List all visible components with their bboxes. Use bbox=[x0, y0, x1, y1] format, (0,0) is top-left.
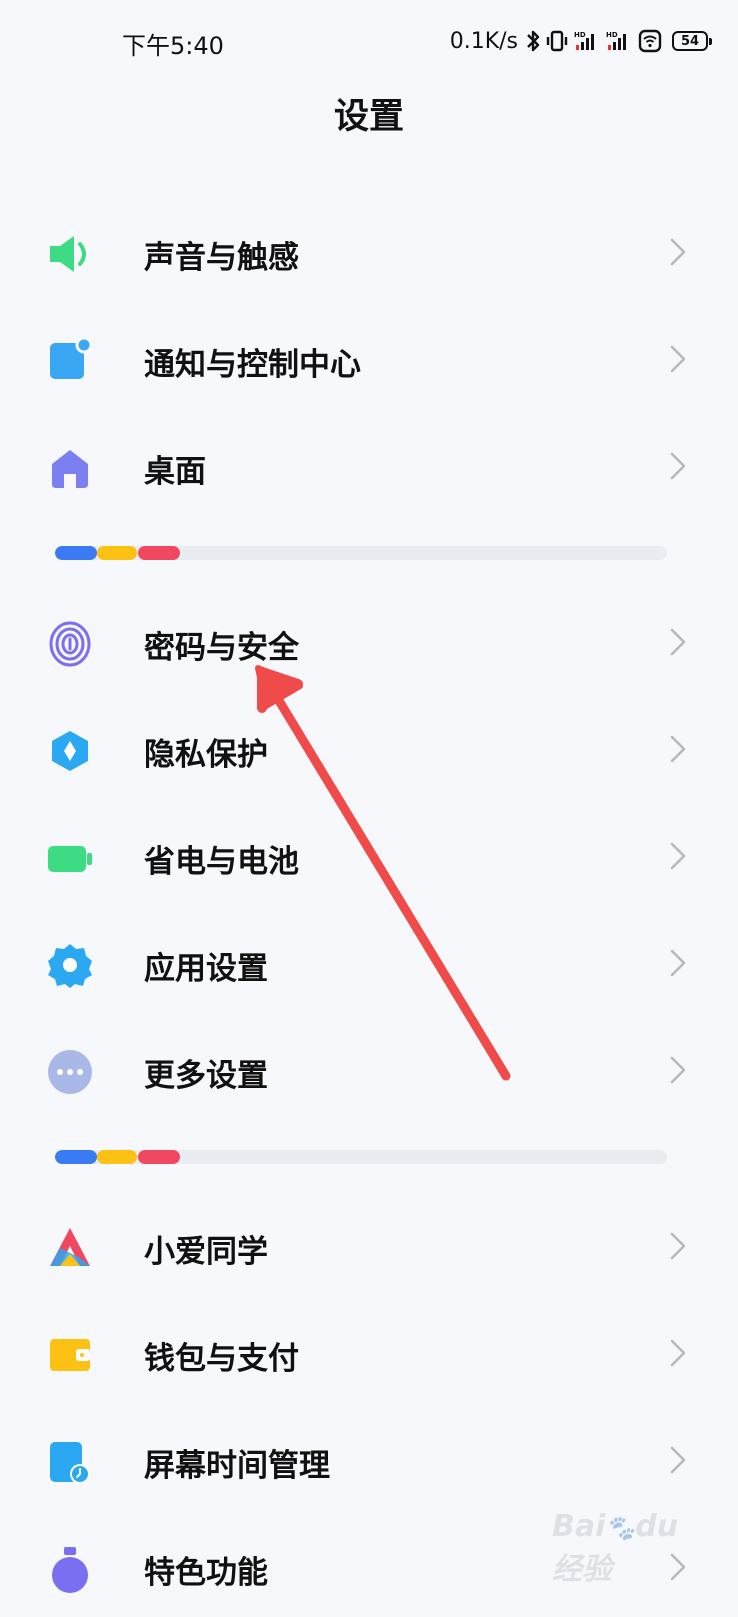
svg-text:HD: HD bbox=[574, 31, 586, 39]
home-icon bbox=[46, 444, 94, 492]
speaker-icon bbox=[46, 230, 94, 278]
signal-hd-2-icon: HD bbox=[606, 27, 632, 55]
settings-item-label: 屏幕时间管理 bbox=[144, 1448, 330, 1484]
settings-item-more[interactable]: 更多设置 bbox=[0, 1020, 738, 1120]
watermark-logo: Bai🐾du 经验 bbox=[552, 1509, 679, 1587]
xiaoai-icon bbox=[46, 1224, 94, 1272]
chevron-right-icon bbox=[666, 1444, 690, 1476]
gear-icon bbox=[46, 941, 94, 989]
section-divider bbox=[55, 546, 667, 560]
chevron-right-icon bbox=[666, 236, 690, 268]
chevron-right-icon bbox=[666, 1230, 690, 1262]
settings-item-label: 省电与电池 bbox=[144, 844, 299, 880]
feature-icon bbox=[46, 1545, 94, 1593]
settings-item-label: 应用设置 bbox=[144, 951, 268, 987]
settings-item-desktop[interactable]: 桌面 bbox=[0, 416, 738, 516]
settings-item-label: 隐私保护 bbox=[144, 737, 268, 773]
chevron-right-icon bbox=[666, 733, 690, 765]
battery-indicator: 54 bbox=[672, 31, 712, 51]
settings-item-label: 特色功能 bbox=[144, 1555, 268, 1591]
signal-hd-1-icon: HD bbox=[574, 27, 600, 55]
chevron-right-icon bbox=[666, 343, 690, 375]
vibrate-icon bbox=[546, 27, 568, 55]
settings-item-label: 钱包与支付 bbox=[144, 1341, 299, 1377]
page-title: 设置 bbox=[333, 97, 404, 137]
settings-item-label: 桌面 bbox=[144, 454, 206, 490]
screen-time-icon bbox=[46, 1438, 94, 1486]
more-dots-icon bbox=[46, 1048, 94, 1096]
settings-item-label: 小爱同学 bbox=[144, 1234, 268, 1270]
section-divider bbox=[55, 1150, 667, 1164]
chevron-right-icon bbox=[666, 840, 690, 872]
settings-item-sound[interactable]: 声音与触感 bbox=[0, 202, 738, 302]
privacy-shield-icon bbox=[46, 727, 94, 775]
baidu-watermark: Bai🐾du 经验 bbox=[552, 1495, 702, 1587]
settings-item-notifications[interactable]: 通知与控制中心 bbox=[0, 309, 738, 409]
battery-icon bbox=[46, 834, 94, 882]
settings-item-wallet[interactable]: 钱包与支付 bbox=[0, 1303, 738, 1403]
settings-item-password-security[interactable]: 密码与安全 bbox=[0, 592, 738, 692]
network-speed: 0.1K/s bbox=[449, 28, 518, 54]
fingerprint-icon bbox=[46, 620, 94, 668]
wifi-icon bbox=[638, 27, 662, 55]
bluetooth-icon bbox=[526, 27, 540, 55]
chevron-right-icon bbox=[666, 1337, 690, 1369]
chevron-right-icon bbox=[666, 626, 690, 658]
chevron-right-icon bbox=[666, 947, 690, 979]
chevron-right-icon bbox=[666, 450, 690, 482]
settings-item-label: 声音与触感 bbox=[144, 240, 299, 276]
wallet-icon bbox=[46, 1331, 94, 1379]
battery-level: 54 bbox=[680, 33, 700, 49]
settings-item-app-settings[interactable]: 应用设置 bbox=[0, 913, 738, 1013]
settings-item-xiaoai[interactable]: 小爱同学 bbox=[0, 1196, 738, 1296]
settings-item-label: 密码与安全 bbox=[144, 630, 299, 666]
notification-icon bbox=[46, 336, 94, 385]
settings-item-label: 更多设置 bbox=[144, 1058, 268, 1094]
status-bar: 下午5:40 0.1K/s HD HD 54 bbox=[0, 0, 738, 80]
svg-text:HD: HD bbox=[606, 31, 618, 39]
chevron-right-icon bbox=[666, 1054, 690, 1086]
settings-item-battery[interactable]: 省电与电池 bbox=[0, 806, 738, 906]
settings-item-privacy[interactable]: 隐私保护 bbox=[0, 699, 738, 799]
settings-item-label: 通知与控制中心 bbox=[144, 347, 361, 383]
status-icons: 0.1K/s HD HD 54 bbox=[449, 26, 712, 56]
status-time: 下午5:40 bbox=[122, 32, 224, 60]
